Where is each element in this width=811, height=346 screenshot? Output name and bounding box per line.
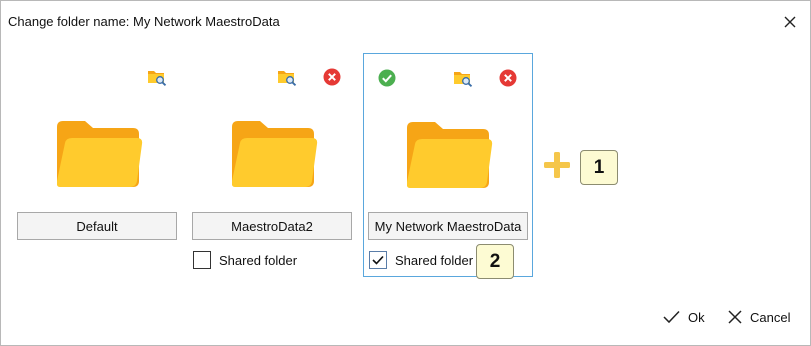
browse-folder-icon[interactable] xyxy=(452,67,474,89)
ok-label: Ok xyxy=(688,309,705,325)
shared-folder-label: Shared folder xyxy=(395,252,474,268)
check-icon xyxy=(663,310,680,324)
folder-icon xyxy=(407,122,493,188)
browse-folder-icon[interactable] xyxy=(146,66,168,88)
cancel-button[interactable]: Cancel xyxy=(728,305,790,329)
ok-button[interactable]: Ok xyxy=(663,305,705,329)
callout-badge: 2 xyxy=(476,244,514,279)
shared-folder-label: Shared folder xyxy=(219,252,298,268)
folder-name-field[interactable]: Default xyxy=(17,212,177,240)
plus-icon[interactable] xyxy=(543,151,571,179)
remove-icon[interactable] xyxy=(497,67,519,89)
cancel-icon xyxy=(728,310,742,324)
folder-card-default[interactable]: Default xyxy=(13,53,183,277)
folder-icon xyxy=(232,121,318,187)
folder-icon xyxy=(57,121,143,187)
checkbox-box[interactable] xyxy=(193,251,211,269)
active-check-icon xyxy=(376,67,398,89)
remove-icon[interactable] xyxy=(321,66,343,88)
cancel-label: Cancel xyxy=(750,309,791,325)
shared-folder-checkbox[interactable]: Shared folder xyxy=(369,251,473,269)
title-bar: Change folder name: My Network MaestroDa… xyxy=(1,1,810,41)
dialog-title: Change folder name: My Network MaestroDa… xyxy=(8,14,280,29)
close-icon[interactable] xyxy=(779,11,801,33)
folder-card-maestrodata2[interactable]: MaestroData2 Shared folder xyxy=(188,53,358,277)
folder-name-field[interactable]: MaestroData2 xyxy=(192,212,352,240)
browse-folder-icon[interactable] xyxy=(276,66,298,88)
folder-name-field[interactable]: My Network MaestroData xyxy=(368,212,528,240)
shared-folder-checkbox[interactable]: Shared folder xyxy=(193,251,297,269)
callout-badge: 1 xyxy=(580,150,618,185)
checkbox-box[interactable] xyxy=(369,251,387,269)
change-folder-dialog: Change folder name: My Network MaestroDa… xyxy=(0,0,811,346)
